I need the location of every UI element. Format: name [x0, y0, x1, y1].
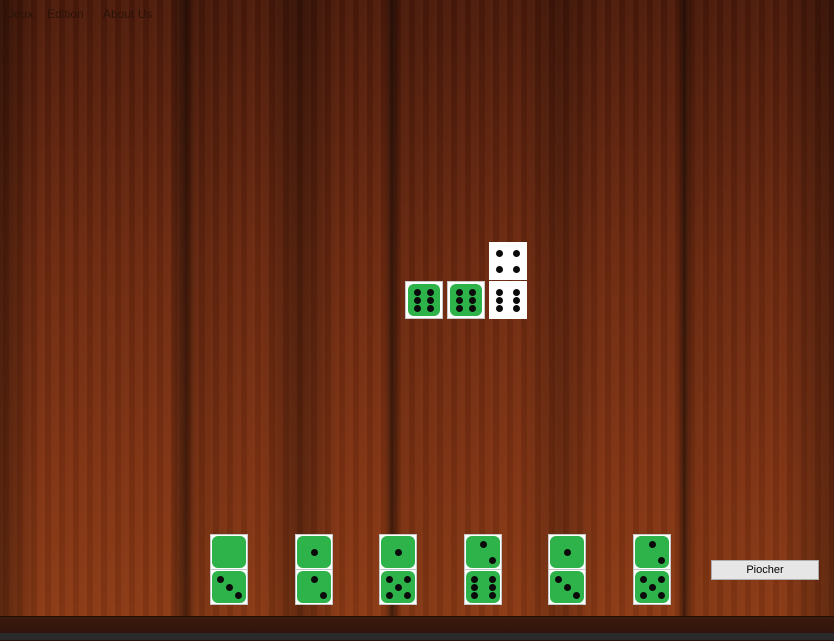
pip: [488, 575, 496, 583]
domino-half-top: [379, 534, 417, 570]
pip: [488, 591, 496, 599]
hand-domino[interactable]: [548, 534, 586, 605]
domino-face: [635, 571, 669, 603]
pip: [657, 575, 665, 583]
pip: [512, 249, 520, 257]
pip: [413, 288, 421, 296]
pip: [496, 288, 504, 296]
pip: [385, 575, 393, 583]
pip: [455, 304, 463, 312]
hand-domino[interactable]: [379, 534, 417, 605]
pip: [403, 591, 411, 599]
pip: [648, 540, 656, 548]
domino-face: [466, 571, 500, 603]
domino-face: [212, 536, 246, 568]
pip: [496, 265, 504, 273]
pip: [648, 583, 656, 591]
pip: [512, 304, 520, 312]
pip: [657, 591, 665, 599]
menu-edition[interactable]: Edition: [47, 7, 84, 21]
domino-face: [381, 536, 415, 568]
pip: [496, 304, 504, 312]
pip: [479, 540, 487, 548]
pip: [496, 249, 504, 257]
pip: [639, 575, 647, 583]
pip: [310, 575, 318, 583]
wooden-table: [0, 0, 834, 640]
hand-domino[interactable]: [295, 534, 333, 605]
pip: [470, 575, 478, 583]
domino-face: [297, 571, 331, 603]
domino-face: [466, 536, 500, 568]
menu-jeux[interactable]: Jeux: [8, 7, 33, 21]
pip: [470, 583, 478, 591]
board-vertical-top: [489, 242, 527, 280]
domino-face: [381, 571, 415, 603]
pip: [572, 591, 580, 599]
pip: [413, 304, 421, 312]
domino-face: [550, 536, 584, 568]
pip: [512, 296, 520, 304]
domino-face: [550, 571, 584, 603]
pip: [394, 583, 402, 591]
menu-about-us[interactable]: About Us: [103, 7, 152, 21]
board-tile-2-left: [447, 281, 485, 319]
pip: [563, 583, 571, 591]
domino-half-bottom: [379, 570, 417, 605]
domino-face: [212, 571, 246, 603]
pip: [234, 591, 242, 599]
domino-half-bottom: [295, 570, 333, 605]
domino-half-top: [548, 534, 586, 570]
pip: [469, 304, 477, 312]
pip: [657, 556, 665, 564]
menu-bar: Jeux Edition About Us: [0, 0, 834, 28]
domino-half-bottom: [548, 570, 586, 605]
hand-domino[interactable]: [633, 534, 671, 605]
pip: [455, 296, 463, 304]
pip: [496, 296, 504, 304]
pip: [216, 575, 224, 583]
pip: [310, 548, 318, 556]
domino-half-top: [633, 534, 671, 570]
domino-half-bottom: [464, 570, 502, 605]
domino-face: [492, 245, 524, 277]
domino-face: [492, 284, 524, 316]
pip: [512, 288, 520, 296]
pip: [394, 548, 402, 556]
pip: [488, 583, 496, 591]
domino-half-bottom: [210, 570, 248, 605]
pip: [512, 265, 520, 273]
pip: [413, 296, 421, 304]
pip: [469, 288, 477, 296]
pip: [470, 591, 478, 599]
pip: [554, 575, 562, 583]
board-vertical-bottom: [489, 281, 527, 319]
pip: [385, 591, 393, 599]
domino-half-top: [464, 534, 502, 570]
pip: [427, 296, 435, 304]
domino-face: [635, 536, 669, 568]
pip: [403, 575, 411, 583]
domino-half-top: [295, 534, 333, 570]
domino-half-top: [210, 534, 248, 570]
pip: [319, 591, 327, 599]
hand-domino[interactable]: [210, 534, 248, 605]
pip: [225, 583, 233, 591]
pip: [455, 288, 463, 296]
domino-half-bottom: [633, 570, 671, 605]
pip: [639, 591, 647, 599]
domino-face: [297, 536, 331, 568]
hand-domino[interactable]: [464, 534, 502, 605]
taskbar-edge: [0, 633, 834, 640]
board-tile-1-left: [405, 281, 443, 319]
pip: [488, 556, 496, 564]
pip: [469, 296, 477, 304]
domino-face: [450, 284, 482, 316]
pip: [427, 304, 435, 312]
pip: [563, 548, 571, 556]
pip: [427, 288, 435, 296]
piocher-button[interactable]: Piocher: [711, 560, 819, 580]
domino-face: [408, 284, 440, 316]
